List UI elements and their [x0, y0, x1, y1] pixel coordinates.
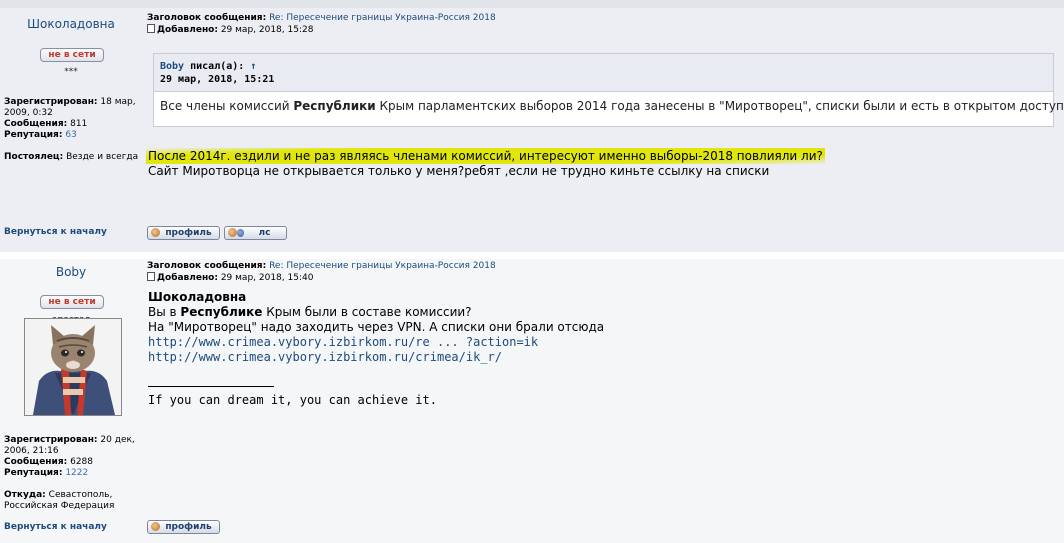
quote-date: 29 мар, 2018, 15:21 — [160, 74, 275, 85]
post-subject: Заголовок сообщения: Re: Пересечение гра… — [147, 261, 496, 284]
resident-label: Постоялец: — [4, 152, 64, 162]
body-text-part: Вы в — [148, 305, 181, 319]
back-to-top-link[interactable]: Вернуться к началу — [4, 522, 107, 532]
quote-text-part: Крым парламентских выборов 2014 года зан… — [375, 99, 1064, 113]
messages-value: 6288 — [70, 457, 93, 467]
addressee: Шоколадовна — [148, 290, 247, 304]
author-username[interactable]: Boby — [0, 265, 142, 279]
post-document-icon[interactable] — [147, 24, 155, 33]
highlighted-text: После 2014г. ездили и не раз являясь чле… — [146, 148, 825, 164]
profile-button[interactable]: профиль — [147, 520, 220, 534]
added-label: Добавлено: — [157, 25, 218, 35]
quote-header — [154, 54, 1053, 92]
post-body: Шоколадовна Вы в Республике Крым были в … — [148, 290, 604, 365]
messages-label: Сообщения: — [4, 457, 68, 467]
reputation-label: Репутация: — [4, 130, 63, 140]
signature: If you can dream it, you can achieve it. — [148, 393, 437, 407]
profile-icon — [151, 228, 160, 237]
quote-text-bold: Республики — [293, 99, 376, 113]
author-panel: Шоколадовна не в сети *** Зарегистрирова… — [0, 8, 142, 252]
subject-link[interactable]: Re: Пересечение границы Украина-Россия 2… — [269, 13, 496, 23]
profile-button-label: профиль — [165, 228, 212, 238]
signature-divider — [148, 386, 274, 387]
from-label: Откуда: — [4, 490, 46, 500]
subject-label: Заголовок сообщения: — [147, 261, 267, 271]
registered-label: Зарегистрирован: — [4, 97, 98, 107]
izbirkom-link-1[interactable]: http://www.crimea.vybory.izbirkom.ru/re … — [148, 335, 538, 349]
top-divider — [0, 0, 1064, 8]
private-message-button[interactable]: лс — [224, 226, 287, 240]
registered-label: Зарегистрирован: — [4, 435, 98, 445]
reputation-value[interactable]: 63 — [65, 130, 76, 140]
pm-user-icon — [228, 228, 237, 237]
offline-badge: не в сети — [40, 295, 104, 309]
post-boby: Boby не в сети апостол — [0, 259, 1064, 543]
added-label: Добавлено: — [157, 273, 218, 283]
added-value: 29 мар, 2018, 15:40 — [220, 273, 314, 283]
author-panel: Boby не в сети апостол — [0, 259, 142, 543]
quote-text: Все члены комиссий Республики Крым парла… — [160, 99, 1064, 113]
avatar — [24, 318, 122, 416]
post-content: Заголовок сообщения: Re: Пересечение гра… — [142, 259, 1064, 543]
quote-author: Boby писал(а): ↑ — [160, 61, 256, 72]
resident-value: Везде и всегда — [66, 152, 139, 162]
post-shokoladovna: Шоколадовна не в сети *** Зарегистрирова… — [0, 8, 1064, 252]
author-info: Зарегистрирован: 20 дек, 2006, 21:16 Соо… — [4, 435, 140, 512]
author-username[interactable]: Шоколадовна — [0, 17, 142, 31]
pm-button-label: лс — [258, 228, 271, 238]
profile-icon — [151, 522, 160, 531]
post-document-icon[interactable] — [147, 272, 155, 281]
kitten-avatar-icon — [25, 319, 121, 415]
body-line: Сайт Миротворца не открывается только у … — [148, 164, 770, 178]
quote-block: Boby писал(а): ↑ 29 мар, 2018, 15:21 Все… — [153, 53, 1064, 127]
quote-text-part: Все члены комиссий — [160, 99, 294, 113]
quote-up-arrow-icon[interactable]: ↑ — [250, 61, 256, 72]
quote-wrote-label: писал(а): — [190, 61, 245, 72]
post-body: После 2014г. ездили и не раз являясь чле… — [146, 148, 825, 179]
author-info: Зарегистрирован: 18 мар, 2009, 0:32 Сооб… — [4, 97, 140, 163]
post-subject: Заголовок сообщения: Re: Пересечение гра… — [147, 13, 496, 36]
pm-user2-icon — [237, 229, 244, 237]
messages-label: Сообщения: — [4, 119, 68, 129]
offline-badge: не в сети — [40, 48, 104, 62]
back-to-top-link[interactable]: Вернуться к началу — [4, 227, 107, 237]
reputation-label: Репутация: — [4, 468, 63, 478]
quote-author-name[interactable]: Boby — [160, 61, 184, 72]
post-separator — [0, 252, 1064, 259]
body-line: На "Миротворец" надо заходить через VPN.… — [148, 320, 605, 334]
subject-link[interactable]: Re: Пересечение границы Украина-Россия 2… — [269, 261, 496, 271]
messages-value: 811 — [70, 119, 88, 129]
reputation-value[interactable]: 1222 — [65, 468, 88, 478]
author-rank: *** — [64, 67, 78, 77]
profile-button[interactable]: профиль — [147, 226, 220, 240]
izbirkom-link-2[interactable]: http://www.crimea.vybory.izbirkom.ru/cri… — [148, 350, 502, 364]
post-content: Заголовок сообщения: Re: Пересечение гра… — [142, 8, 1064, 252]
body-text-bold: Республике — [180, 305, 263, 319]
body-text-part: Крым были в составе комиссии? — [262, 305, 472, 319]
added-value: 29 мар, 2018, 15:28 — [220, 25, 314, 35]
profile-button-label: профиль — [165, 522, 212, 532]
subject-label: Заголовок сообщения: — [147, 13, 267, 23]
